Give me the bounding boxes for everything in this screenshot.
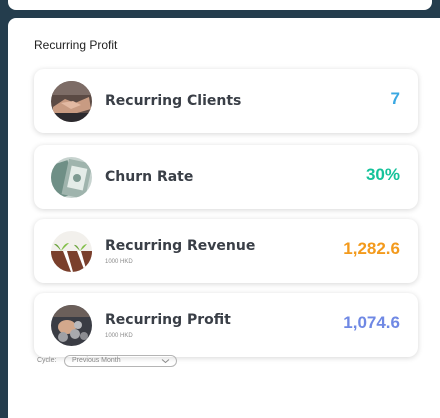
seedling-icon [51,231,92,272]
metric-label: Churn Rate [105,169,194,185]
metric-label: Recurring Profit [105,312,231,328]
metric-value: 1,074.6 [343,313,400,332]
metric-card-recurring-profit: Recurring Profit 1000 HKD 1,074.6 [34,293,418,357]
cycle-label: Cycle: [37,357,57,364]
money-stack-icon [51,157,92,198]
panel-title: Recurring Profit [34,38,118,52]
metric-value: 30% [365,165,400,184]
metric-label: Recurring Revenue [105,238,256,254]
metric-value: 1,282.6 [343,239,400,258]
cycle-select[interactable]: Previous Month [64,355,177,367]
cycle-select-value: Previous Month [72,357,121,364]
metric-card-recurring-revenue: Recurring Revenue 1000 HKD 1,282.6 [34,219,418,283]
top-card [8,0,432,10]
metric-card-recurring-clients: Recurring Clients 7 [34,69,418,133]
metric-label: Recurring Clients [105,93,242,109]
metric-unit: 1000 HKD [105,259,133,265]
metric-value: 7 [390,89,400,108]
coins-hand-icon [51,305,92,346]
metric-card-churn-rate: Churn Rate 30% [34,145,418,209]
metric-unit: 1000 HKD [105,333,133,339]
chevron-down-icon [161,357,170,367]
handshake-icon [51,81,92,122]
